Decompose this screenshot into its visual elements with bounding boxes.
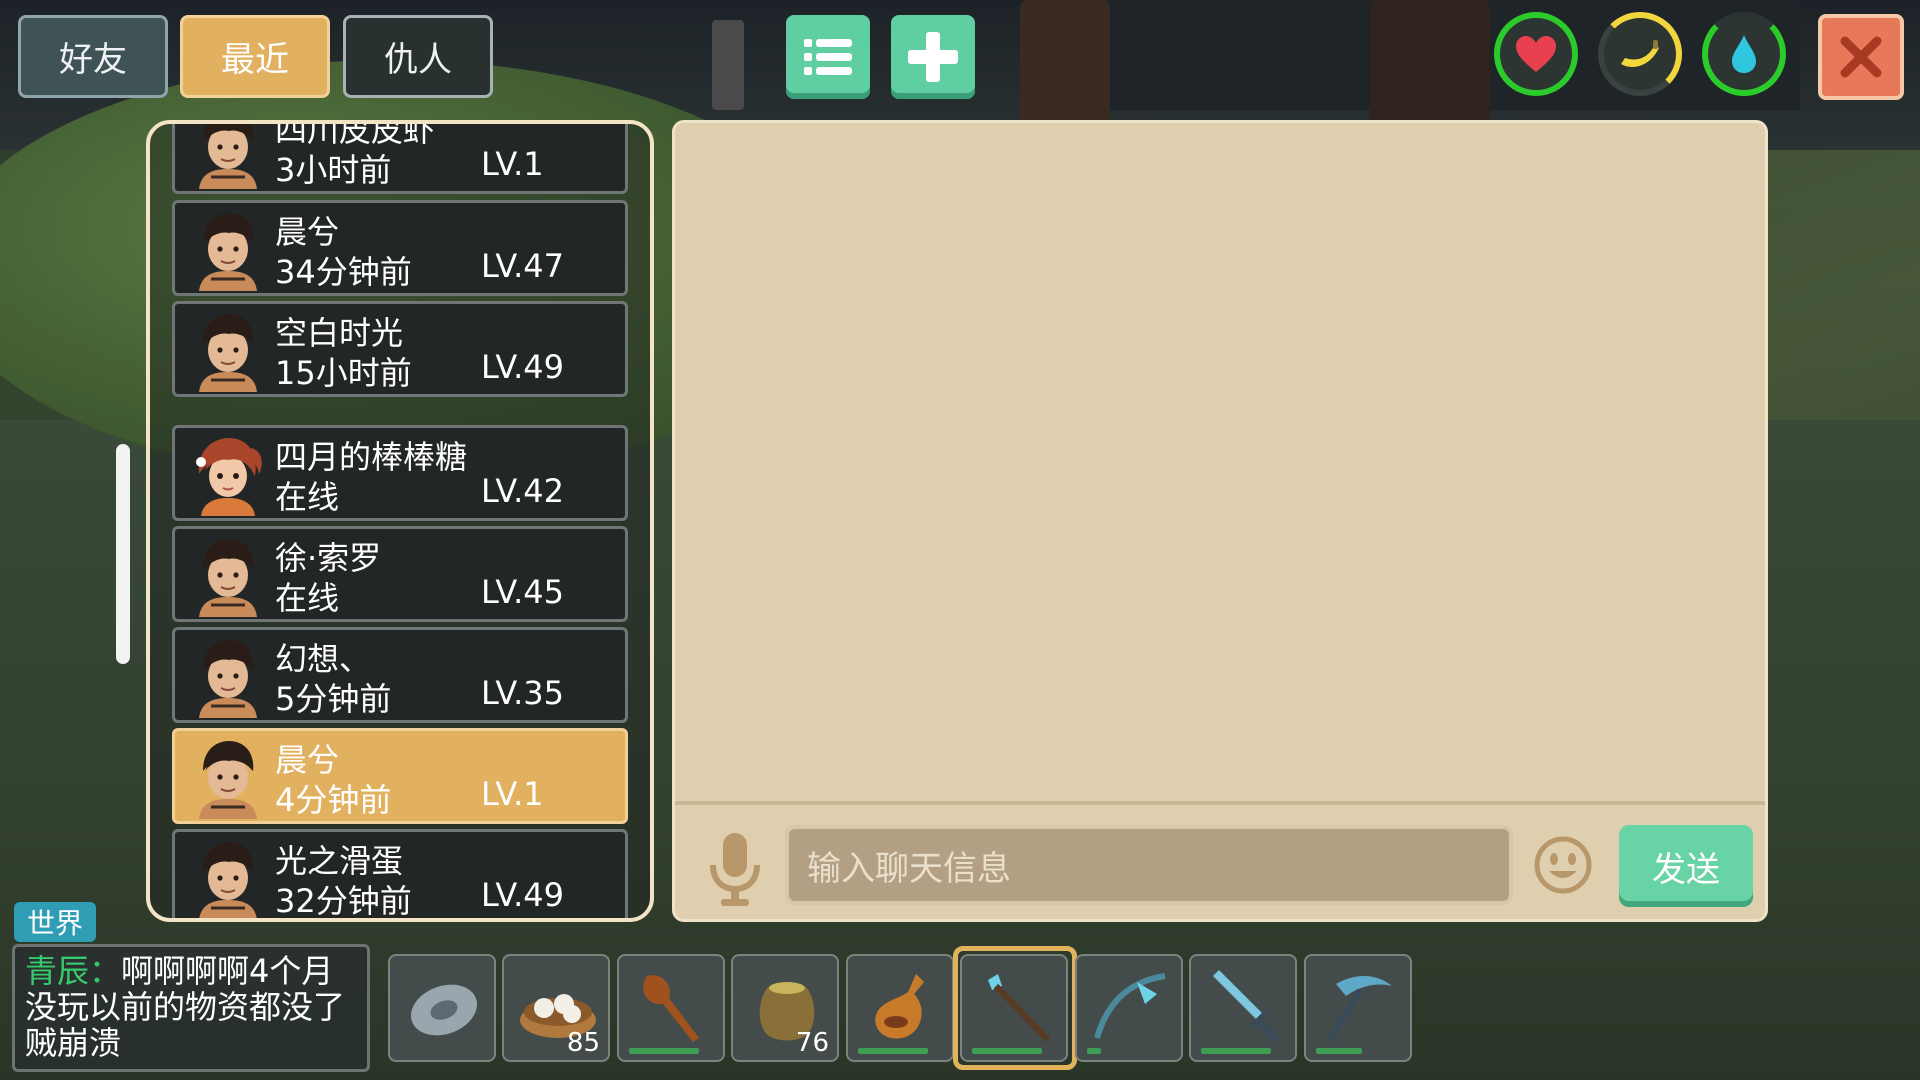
- avatar: [196, 438, 262, 516]
- friend-last-seen: 4分钟前: [275, 781, 392, 819]
- hotbar-slot[interactable]: [846, 954, 954, 1062]
- hotbar-slot[interactable]: [388, 954, 496, 1062]
- friend-level: LV.42: [481, 472, 564, 510]
- world-chat-box[interactable]: 青辰：啊啊啊啊4个月没玩以前的物资都没了贼崩溃: [12, 944, 370, 1072]
- friend-level: LV.35: [481, 674, 564, 712]
- pickaxe-icon: [1327, 975, 1392, 1042]
- friend-level: LV.1: [481, 775, 544, 813]
- crystal-bow-icon: [1094, 973, 1166, 1039]
- friend-level: LV.45: [481, 573, 564, 611]
- item-count: 76: [795, 1028, 829, 1058]
- water-drop-icon: [1732, 35, 1756, 73]
- crystal-sword-icon: [1213, 970, 1280, 1043]
- microphone-icon[interactable]: [705, 829, 765, 909]
- emoji-icon[interactable]: [1533, 835, 1593, 895]
- heart-icon: [1516, 36, 1556, 72]
- friend-list-panel: 四川皮皮虾 3小时前 LV.1 晨兮 34分钟前 LV.47 空白时光 15小时…: [146, 120, 654, 922]
- close-button[interactable]: [1818, 14, 1904, 100]
- friend-row[interactable]: 四月的棒棒糖 在线 LV.42: [172, 425, 628, 521]
- tab-enemies[interactable]: 仇人: [343, 15, 493, 98]
- hotbar-slot[interactable]: [1075, 954, 1183, 1062]
- avatar: [199, 741, 257, 819]
- add-friend-button[interactable]: [891, 15, 975, 99]
- friend-last-seen: 3小时前: [275, 151, 392, 189]
- health-stat: [1494, 12, 1578, 96]
- durability-bar: [1201, 1048, 1271, 1054]
- stone-disc-icon: [411, 984, 477, 1036]
- selected-slot-frame: [953, 946, 1077, 1070]
- friend-last-seen: 15小时前: [275, 354, 412, 392]
- friend-list-scrollbar[interactable]: [116, 444, 130, 664]
- thirst-stat: [1702, 12, 1786, 96]
- avatar: [199, 314, 257, 392]
- world-chat-sender: 青辰：: [25, 952, 122, 990]
- hotbar-slot[interactable]: [617, 954, 725, 1062]
- friend-list[interactable]: 四川皮皮虾 3小时前 LV.1 晨兮 34分钟前 LV.47 空白时光 15小时…: [172, 124, 628, 918]
- banana-icon: [1621, 40, 1659, 67]
- chat-panel: 输入聊天信息 发送: [672, 120, 1768, 922]
- item-count: 85: [566, 1028, 600, 1058]
- friend-last-seen: 32分钟前: [275, 882, 412, 918]
- friend-row[interactable]: 晨兮 34分钟前 LV.47: [172, 200, 628, 296]
- avatar: [199, 213, 257, 291]
- avatar: [199, 640, 257, 718]
- close-icon: [1840, 36, 1882, 78]
- durability-bar: [1087, 1048, 1101, 1054]
- chat-message-area[interactable]: [675, 123, 1765, 799]
- friend-row[interactable]: 徐·索罗 在线 LV.45: [172, 526, 628, 622]
- friend-last-seen: 5分钟前: [275, 680, 392, 718]
- list-button[interactable]: [786, 15, 870, 99]
- hotbar-slot[interactable]: 85: [502, 954, 610, 1062]
- tab-friends[interactable]: 好友: [18, 15, 168, 98]
- avatar: [199, 124, 257, 189]
- hotbar-slot[interactable]: [1189, 954, 1297, 1062]
- club-icon: [643, 975, 699, 1042]
- tab-recent[interactable]: 最近: [180, 15, 330, 98]
- list-icon: [804, 39, 852, 75]
- plus-icon: [908, 32, 958, 82]
- chat-input[interactable]: 输入聊天信息: [785, 825, 1513, 905]
- durability-bar: [858, 1048, 928, 1054]
- durability-bar: [629, 1048, 699, 1054]
- send-button[interactable]: 发送: [1619, 825, 1753, 907]
- friend-last-seen: 34分钟前: [275, 253, 412, 291]
- friend-level: LV.49: [481, 348, 564, 386]
- world-chat-tag[interactable]: 世界: [14, 902, 96, 942]
- game-totem: [712, 20, 744, 110]
- water-gourd-icon: [875, 974, 924, 1039]
- friend-row[interactable]: 空白时光 15小时前 LV.49: [172, 301, 628, 397]
- avatar: [199, 539, 257, 617]
- friend-level: LV.49: [481, 876, 564, 914]
- hotbar-slot[interactable]: 76: [731, 954, 839, 1062]
- friend-level: LV.47: [481, 247, 564, 285]
- friend-row[interactable]: 幻想、 5分钟前 LV.35: [172, 627, 628, 723]
- hotbar-slot[interactable]: [1304, 954, 1412, 1062]
- avatar: [199, 842, 257, 918]
- friend-level: LV.1: [481, 145, 544, 183]
- friend-row[interactable]: 四川皮皮虾 3小时前 LV.1: [172, 124, 628, 194]
- friend-row[interactable]: 光之滑蛋 32分钟前 LV.49: [172, 829, 628, 918]
- chat-divider: [675, 801, 1765, 805]
- durability-bar: [1316, 1048, 1362, 1054]
- friend-last-seen: 在线: [275, 478, 340, 516]
- friend-last-seen: 在线: [275, 579, 340, 617]
- friend-row-selected[interactable]: 晨兮 4分钟前 LV.1: [172, 728, 628, 824]
- hunger-stat: [1598, 12, 1682, 96]
